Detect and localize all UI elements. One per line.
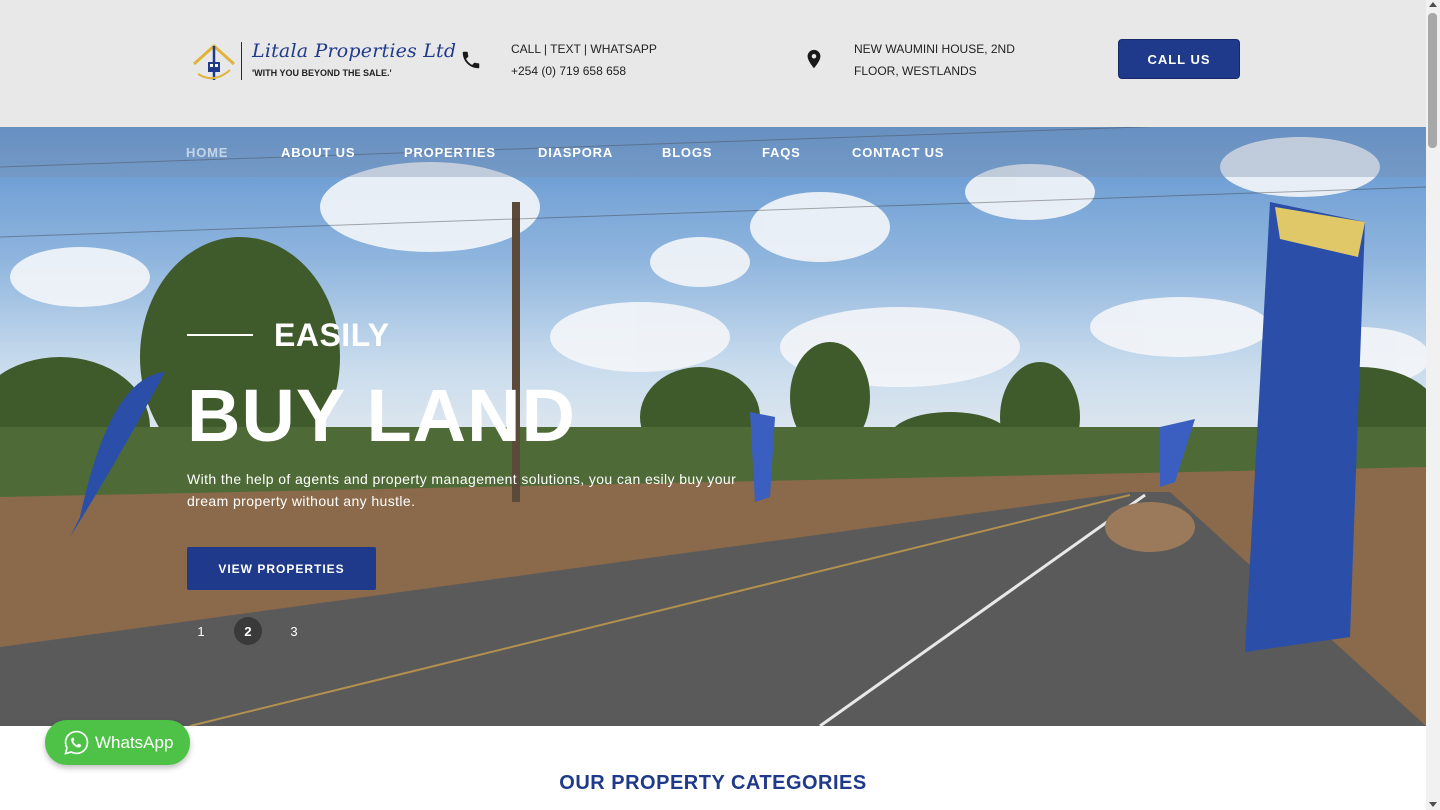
nav-blogs[interactable]: BLOGS [662,145,712,160]
call-us-button[interactable]: CALL US [1118,39,1240,79]
scroll-up-arrow-icon[interactable] [1429,2,1437,7]
top-header: Litala Properties Ltd 'WITH YOU BEYOND T… [0,0,1426,127]
nav-diaspora[interactable]: DIASPORA [538,145,613,160]
nav-properties[interactable]: PROPERTIES [404,145,496,160]
location-pin-icon [807,49,821,69]
hero-eyebrow: EASILY [274,317,390,353]
slide-dot-1[interactable]: 1 [187,617,215,645]
whatsapp-label: WhatsApp [95,732,174,752]
slide-dot-3[interactable]: 3 [280,617,308,645]
hero-subtext: With the help of agents and property man… [187,471,737,509]
hero-headline: BUY LAND [187,374,576,457]
nav-home[interactable]: HOME [186,145,228,160]
whatsapp-icon [64,730,89,755]
nav-contact-us[interactable]: CONTACT US [852,145,944,160]
phone-number[interactable]: +254 (0) 719 658 658 [511,64,626,78]
brand-name: Litala Properties Ltd [252,40,457,62]
brand-tagline: 'WITH YOU BEYOND THE SALE.' [252,68,392,78]
address-line-2: FLOOR, WESTLANDS [854,64,977,78]
logo-divider [241,42,242,80]
nav-faqs[interactable]: FAQS [762,145,801,160]
hero-slider: HOME ABOUT US PROPERTIES DIASPORA BLOGS … [0,127,1426,726]
nav-about-us[interactable]: ABOUT US [281,145,355,160]
logo-house-icon [192,43,236,80]
phone-icon [462,51,480,69]
slide-dot-2[interactable]: 2 [234,617,262,645]
eyebrow-line [187,334,253,336]
page-scrollbar[interactable] [1426,0,1440,810]
scroll-down-arrow-icon[interactable] [1429,802,1437,807]
address-line-1: NEW WAUMINI HOUSE, 2ND [854,42,1015,56]
phone-label: CALL | TEXT | WHATSAPP [511,42,657,56]
whatsapp-button[interactable]: WhatsApp [45,720,190,765]
section-title: OUR PROPERTY CATEGORIES [559,772,867,794]
view-properties-button[interactable]: VIEW PROPERTIES [187,547,376,590]
main-navigation: HOME ABOUT US PROPERTIES DIASPORA BLOGS … [0,127,1426,177]
scroll-thumb[interactable] [1428,13,1437,148]
brand-logo[interactable]: Litala Properties Ltd 'WITH YOU BEYOND T… [192,40,456,82]
